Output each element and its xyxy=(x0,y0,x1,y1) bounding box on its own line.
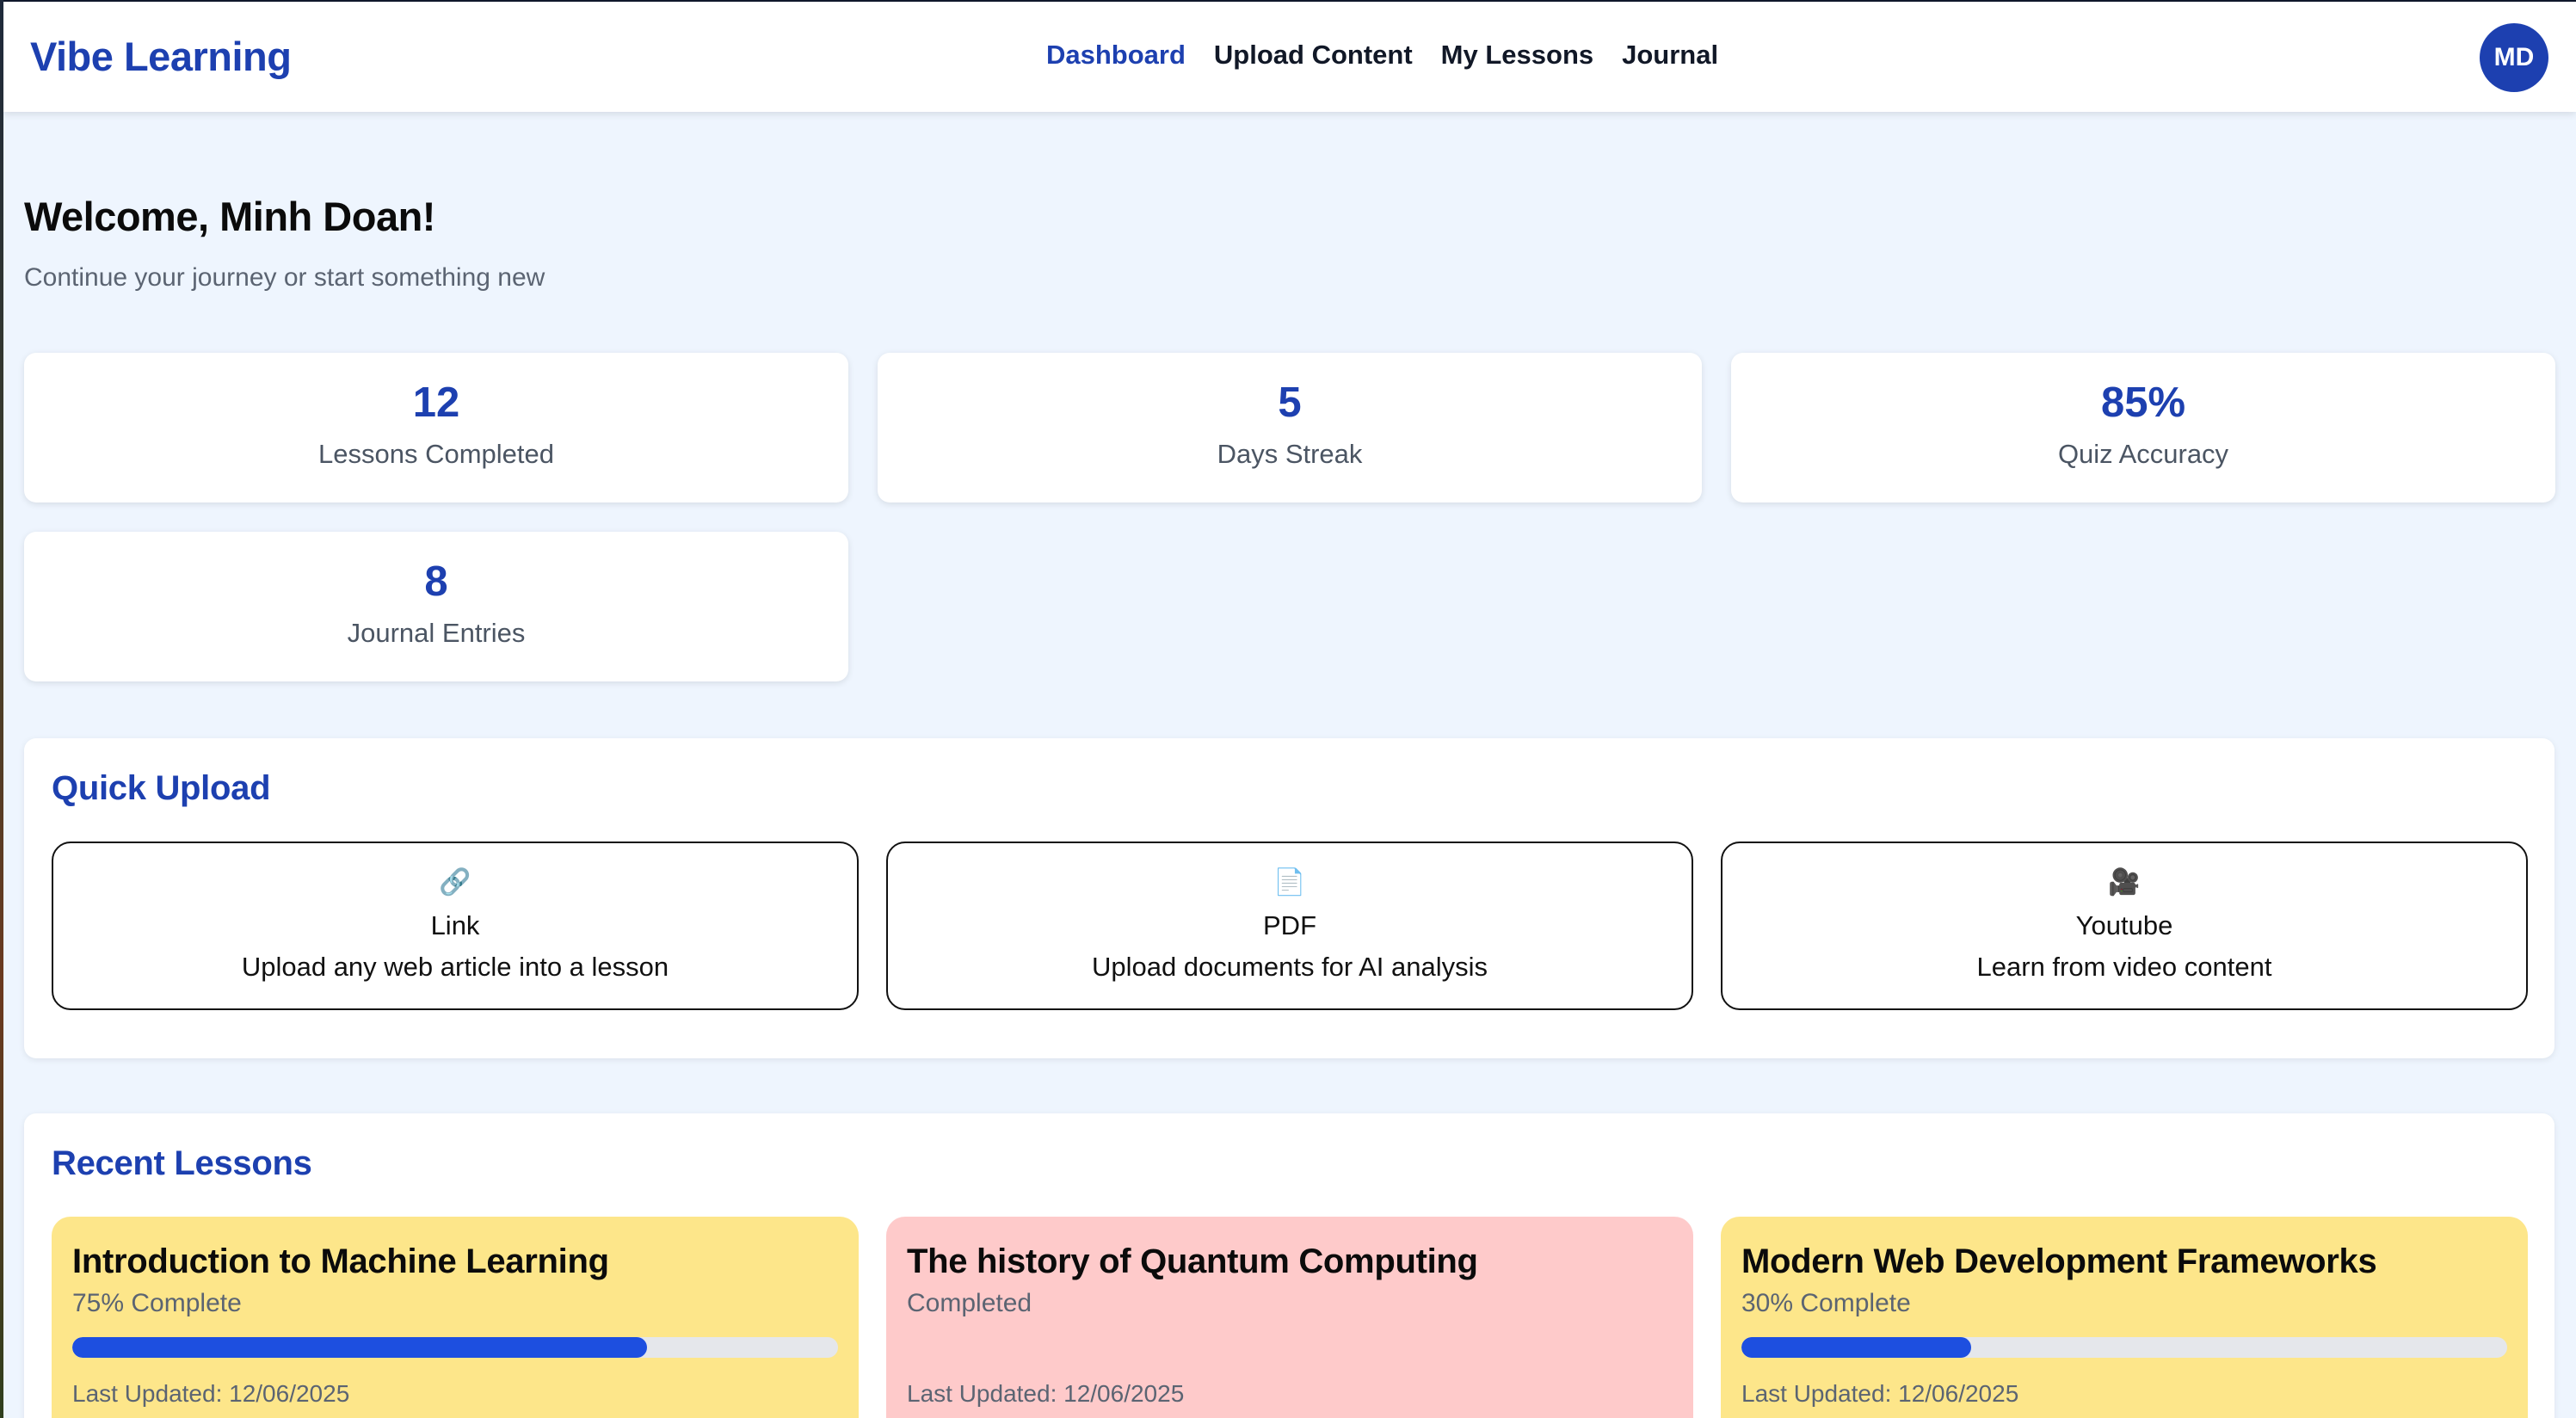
nav-journal[interactable]: Journal xyxy=(1622,40,1718,71)
lesson-last-updated: Last Updated: 12/06/2025 xyxy=(907,1380,1185,1407)
link-icon: 🔗 xyxy=(439,868,471,897)
lesson-card[interactable]: The history of Quantum Computing Complet… xyxy=(886,1217,1693,1418)
upload-youtube-button[interactable]: 🎥 Youtube Learn from video content xyxy=(1721,842,2528,1010)
lesson-status: 75% Complete xyxy=(72,1289,242,1317)
stat-label: Lessons Completed xyxy=(318,439,554,469)
lesson-title: The history of Quantum Computing xyxy=(907,1242,1478,1280)
upload-option-description: Learn from video content xyxy=(1976,952,2272,982)
progress-fill xyxy=(1741,1337,1971,1358)
lesson-status: 30% Complete xyxy=(1741,1289,1911,1317)
stat-value: 5 xyxy=(1278,379,1302,426)
stat-card-quiz-accuracy: 85% Quiz Accuracy xyxy=(1731,353,2555,502)
main-nav: Dashboard Upload Content My Lessons Jour… xyxy=(1046,40,1747,71)
stat-card-days-streak: 5 Days Streak xyxy=(878,353,1702,502)
progress-bar xyxy=(72,1337,838,1358)
page-title: Welcome, Minh Doan! xyxy=(24,194,435,239)
nav-my-lessons[interactable]: My Lessons xyxy=(1441,40,1593,71)
user-avatar[interactable]: MD xyxy=(2480,23,2548,92)
page-subtitle: Continue your journey or start something… xyxy=(24,263,545,292)
stat-value: 12 xyxy=(412,379,460,426)
recent-lessons-title: Recent Lessons xyxy=(52,1144,312,1182)
stat-value: 8 xyxy=(424,558,448,605)
lesson-last-updated: Last Updated: 12/06/2025 xyxy=(72,1380,350,1407)
lesson-last-updated: Last Updated: 12/06/2025 xyxy=(1741,1380,2019,1407)
lesson-card[interactable]: Introduction to Machine Learning 75% Com… xyxy=(52,1217,859,1418)
lesson-title: Modern Web Development Frameworks xyxy=(1741,1242,2377,1280)
upload-option-description: Upload documents for AI analysis xyxy=(1091,952,1488,982)
nav-dashboard[interactable]: Dashboard xyxy=(1046,40,1186,71)
stat-card-journal-entries: 8 Journal Entries xyxy=(24,532,848,681)
upload-option-title: PDF xyxy=(1263,910,1316,940)
recent-lessons-panel: Recent Lessons Introduction to Machine L… xyxy=(24,1113,2554,1418)
stat-value: 85% xyxy=(2100,379,2186,426)
video-camera-icon: 🎥 xyxy=(2108,868,2141,897)
browser-window: Vibe Learning Dashboard Upload Content M… xyxy=(3,2,2576,1418)
upload-link-button[interactable]: 🔗 Link Upload any web article into a les… xyxy=(52,842,859,1010)
quick-upload-title: Quick Upload xyxy=(52,769,271,807)
lesson-title: Introduction to Machine Learning xyxy=(72,1242,609,1280)
progress-fill xyxy=(72,1337,647,1358)
upload-pdf-button[interactable]: 📄 PDF Upload documents for AI analysis xyxy=(886,842,1693,1010)
stat-card-lessons-completed: 12 Lessons Completed xyxy=(24,353,848,502)
document-icon: 📄 xyxy=(1273,868,1306,897)
stat-label: Quiz Accuracy xyxy=(2057,439,2229,469)
quick-upload-panel: Quick Upload 🔗 Link Upload any web artic… xyxy=(24,738,2554,1058)
upload-option-title: Youtube xyxy=(2075,910,2173,940)
nav-upload-content[interactable]: Upload Content xyxy=(1214,40,1413,71)
top-header: Vibe Learning Dashboard Upload Content M… xyxy=(3,2,2576,112)
progress-bar xyxy=(1741,1337,2507,1358)
stat-label: Journal Entries xyxy=(347,618,526,648)
lesson-status: Completed xyxy=(907,1289,1032,1317)
brand-logo[interactable]: Vibe Learning xyxy=(30,33,292,80)
upload-option-description: Upload any web article into a lesson xyxy=(241,952,669,982)
upload-option-title: Link xyxy=(430,910,480,940)
stat-label: Days Streak xyxy=(1217,439,1363,469)
lesson-card[interactable]: Modern Web Development Frameworks 30% Co… xyxy=(1721,1217,2528,1418)
